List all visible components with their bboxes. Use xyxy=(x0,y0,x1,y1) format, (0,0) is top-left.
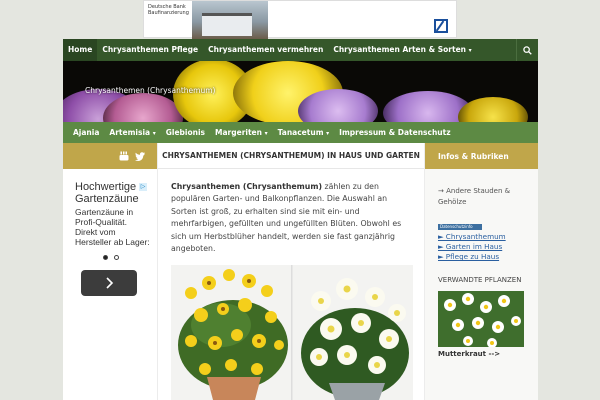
twitter-icon[interactable] xyxy=(135,151,145,161)
nav-ajania[interactable]: Ajania xyxy=(68,128,104,137)
chevron-down-icon: ▾ xyxy=(326,130,330,137)
top-ad-banner[interactable]: Deutsche Bank Baufinanzierung xyxy=(143,0,457,39)
ad-brand-tagline: Baufinanzierung xyxy=(148,10,189,16)
header-banner: Chrysanthemen (Chrysanthemum) xyxy=(63,61,538,122)
nav-artemisia-label: Artemisia xyxy=(109,128,151,137)
secondary-navigation: Ajania Artemisia ▾ Glebionis Margeriten … xyxy=(63,122,538,143)
mutterkraut-thumbnail-art xyxy=(438,291,524,347)
nav-home[interactable]: Home xyxy=(63,39,98,61)
nav-impressum[interactable]: Impressum & Datenschutz xyxy=(334,128,455,137)
deutsche-bank-logo-icon xyxy=(434,19,448,33)
ad-body-text: Gartenzäune in Profi-Qualität. Direkt vo… xyxy=(75,207,150,247)
ad-page-dot[interactable] xyxy=(114,255,119,260)
link-chrysanthemum[interactable]: ► Chrysanthemum xyxy=(425,232,538,242)
page-title: CHRYSANTHEMEN (CHRYSANTHEMUM) IN HAUS UN… xyxy=(158,143,424,169)
chrysanthemum-photo xyxy=(171,265,413,400)
social-bar xyxy=(63,143,157,169)
site-title[interactable]: Chrysanthemen (Chrysanthemum) xyxy=(85,86,215,95)
search-icon xyxy=(523,45,532,55)
nav-margeriten[interactable]: Margeriten ▾ xyxy=(210,128,273,137)
main-navigation: Home Chrysanthemen Pflege Chrysanthemen … xyxy=(63,39,538,61)
datenschutz-badge[interactable]: Datenschutzinfo xyxy=(438,224,482,230)
mutterkraut-link[interactable]: Mutterkraut --> xyxy=(425,350,538,358)
sidebar-ad[interactable]: ▷ Hochwertige Gartenzäune Gartenzäune in… xyxy=(63,169,157,296)
mutterkraut-thumbnail[interactable] xyxy=(438,291,524,347)
link-andere-stauden[interactable]: → Andere Stauden & Gehölze xyxy=(425,186,538,208)
section-title-verwandte: VERWANDTE PFLANZEN xyxy=(438,276,522,284)
right-sidebar: Infos & Rubriken → Andere Stauden & Gehö… xyxy=(425,143,538,400)
nav-glebionis[interactable]: Glebionis xyxy=(161,128,210,137)
youtube-icon[interactable] xyxy=(119,151,129,161)
intro-text: zählen zu den populären Garten- und Balk… xyxy=(171,182,402,254)
nav-arten-sorten[interactable]: Chrysanthemen Arten & Sorten ▾ xyxy=(328,39,476,61)
ad-choices-icon[interactable]: ▷ xyxy=(139,183,147,191)
left-sidebar: ▷ Hochwertige Gartenzäune Gartenzäune in… xyxy=(63,143,157,400)
banner-flower-lilac xyxy=(298,89,378,122)
ad-page-dot-active[interactable] xyxy=(103,255,108,260)
link-garten-im-haus[interactable]: ► Garten im Haus xyxy=(425,242,538,252)
nav-chrysanthemen-pflege[interactable]: Chrysanthemen Pflege xyxy=(97,39,203,61)
nav-arten-sorten-label: Chrysanthemen Arten & Sorten xyxy=(333,45,467,54)
nav-tanacetum-label: Tanacetum xyxy=(277,128,324,137)
main-content: CHRYSANTHEMEN (CHRYSANTHEMUM) IN HAUS UN… xyxy=(157,143,425,400)
chrysanthemum-photo-art xyxy=(171,265,413,400)
nav-chrysanthemen-vermehren[interactable]: Chrysanthemen vermehren xyxy=(203,39,328,61)
intro-bold-term: Chrysanthemen (Chrysanthemum) xyxy=(171,182,323,191)
link-pflege-zu-haus[interactable]: ► Pflege zu Haus xyxy=(425,252,538,262)
nav-margeriten-label: Margeriten xyxy=(215,128,262,137)
ad-next-button[interactable] xyxy=(81,270,137,296)
chevron-down-icon: ▾ xyxy=(152,130,156,137)
intro-paragraph: Chrysanthemen (Chrysanthemum) zählen zu … xyxy=(158,169,424,255)
banner-flower-yellow xyxy=(458,97,528,122)
chevron-down-icon: ▾ xyxy=(264,130,268,137)
nav-tanacetum[interactable]: Tanacetum ▾ xyxy=(273,128,335,137)
search-button[interactable] xyxy=(516,39,538,61)
ad-house-image xyxy=(192,1,268,39)
ad-brand: Deutsche Bank Baufinanzierung xyxy=(148,4,189,16)
chevron-down-icon: ▾ xyxy=(468,47,472,54)
nav-artemisia[interactable]: Artemisia ▾ xyxy=(104,128,160,137)
widget-title-infos: Infos & Rubriken xyxy=(425,143,538,169)
ad-pagination xyxy=(103,255,151,260)
chevron-right-icon xyxy=(106,277,114,289)
